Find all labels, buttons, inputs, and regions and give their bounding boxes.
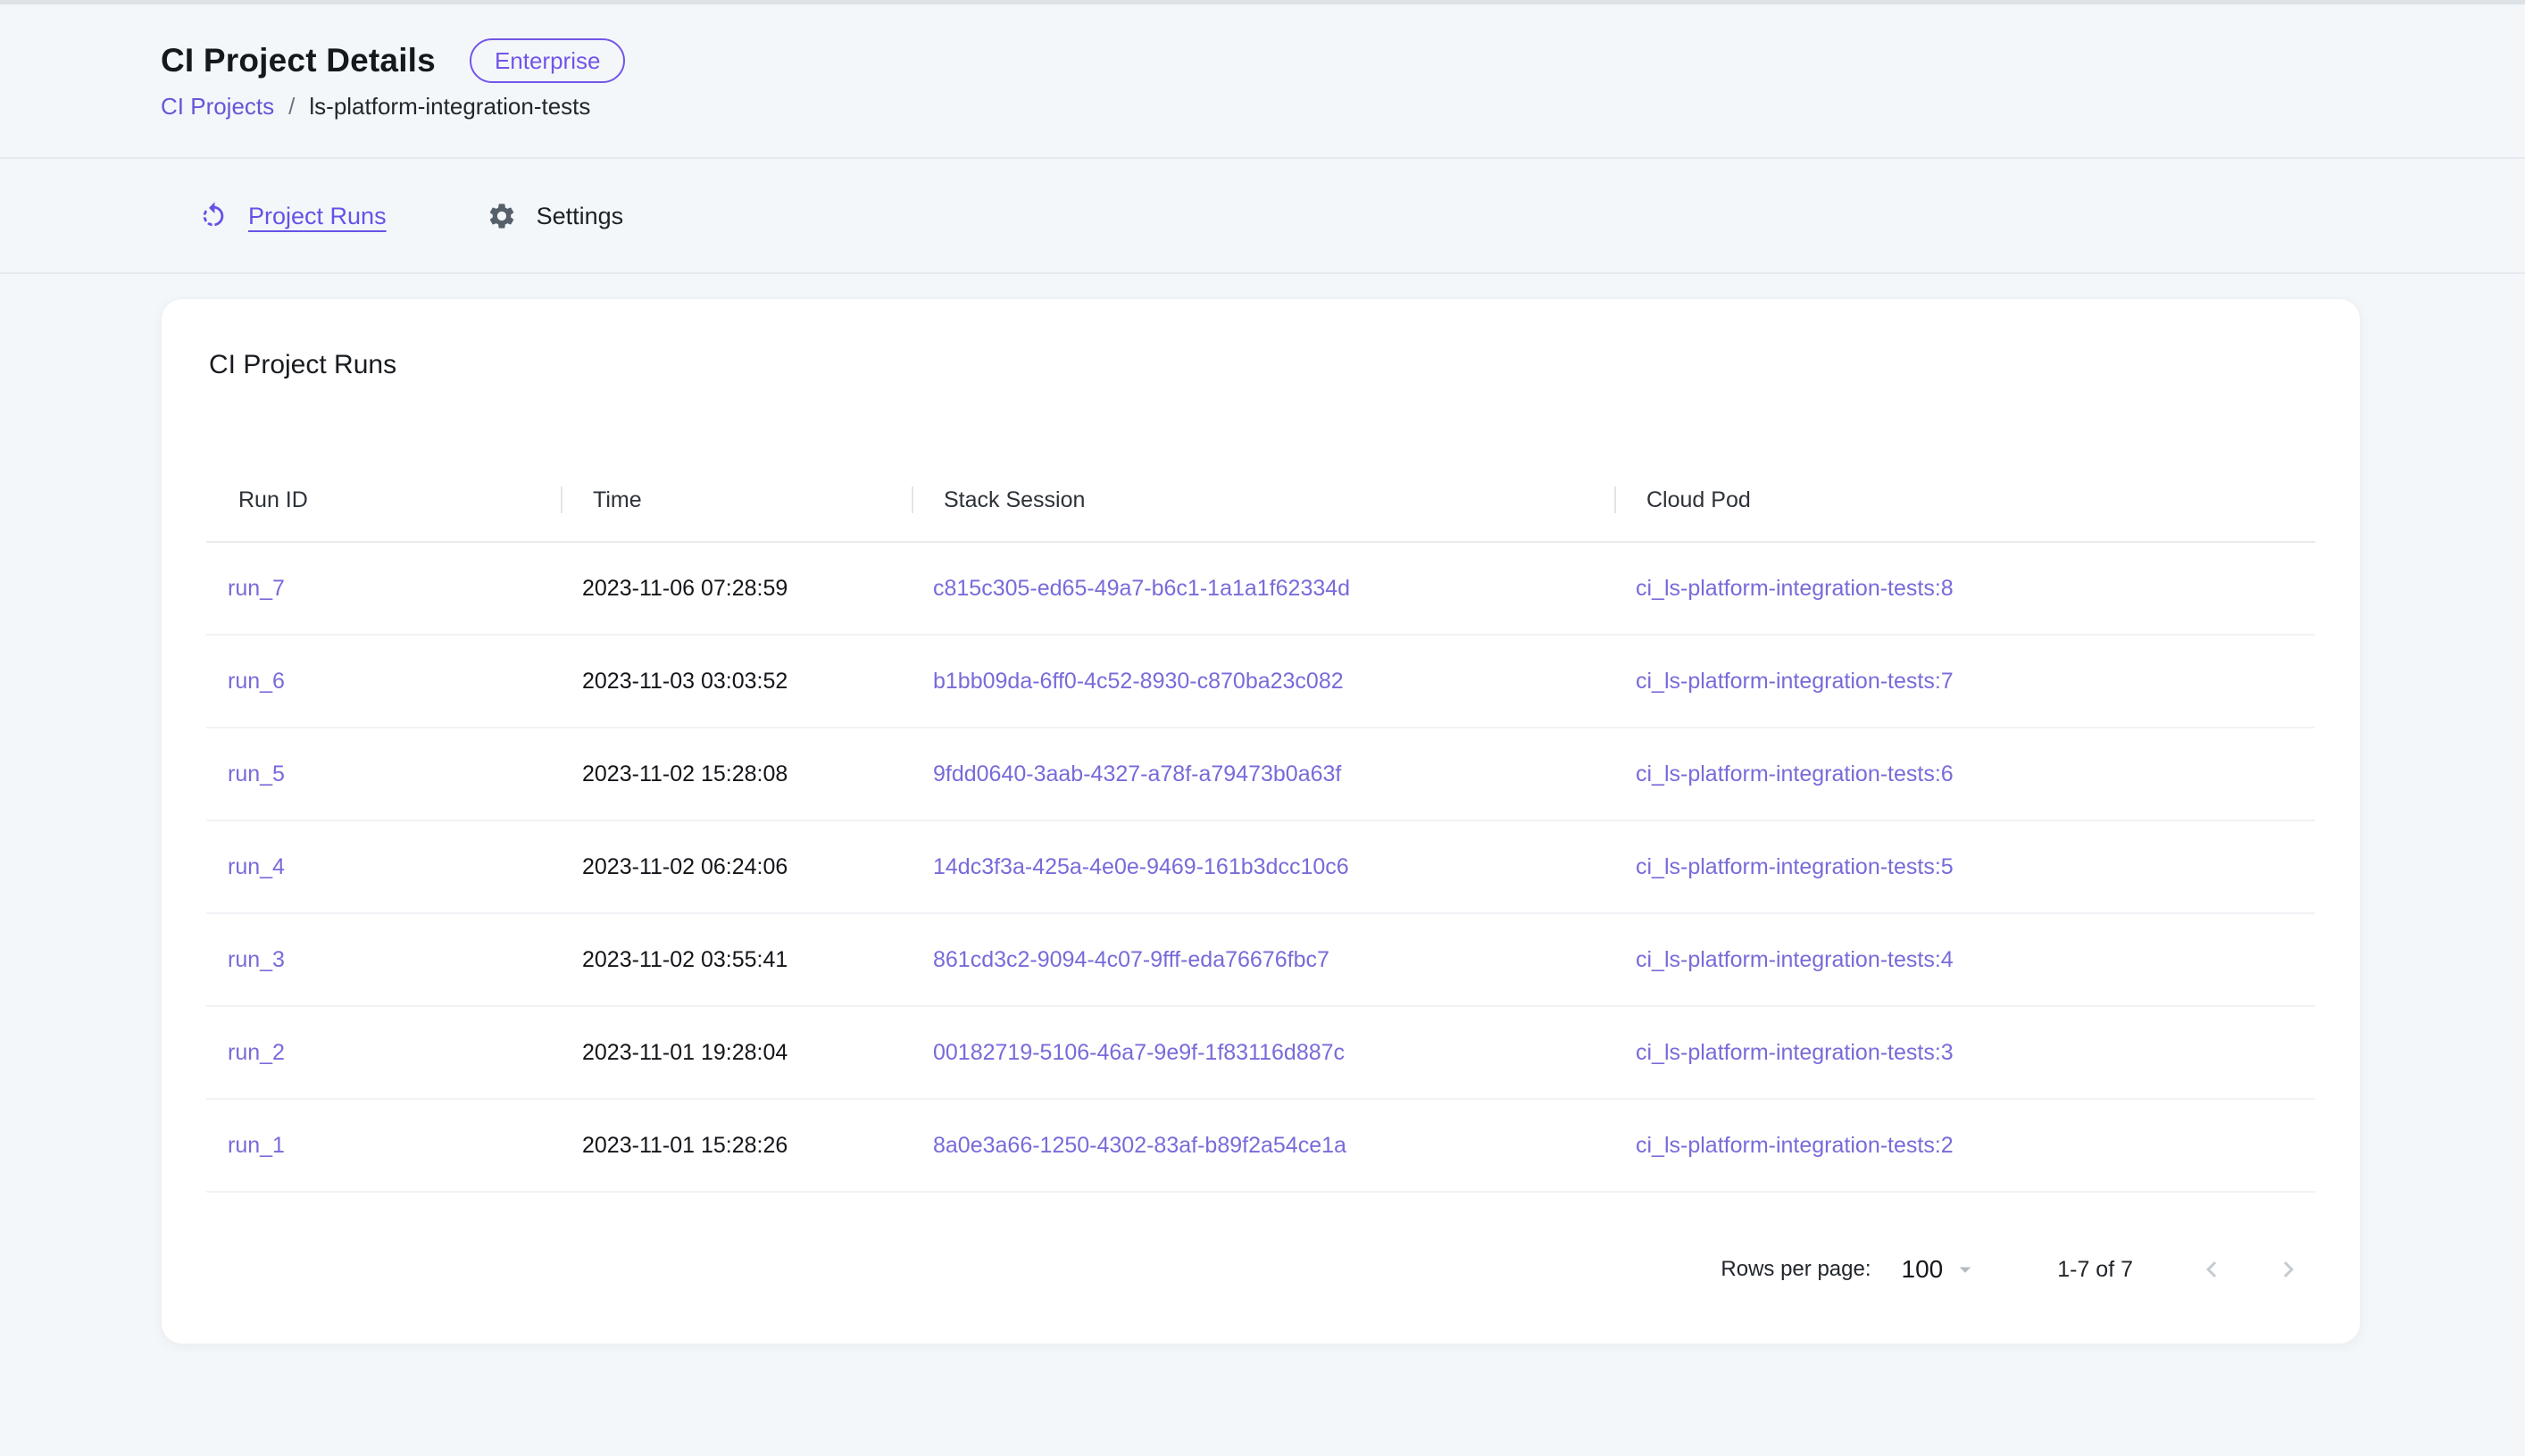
card-title: CI Project Runs <box>209 299 2315 381</box>
table-row: run_4 2023-11-02 06:24:06 14dc3f3a-425a-… <box>206 821 2315 914</box>
rows-per-page-select[interactable]: 100 <box>1902 1255 1979 1284</box>
run-time: 2023-11-06 07:28:59 <box>561 574 912 603</box>
run-id-link[interactable]: run_4 <box>228 854 285 879</box>
cloud-pod-link[interactable]: ci_ls-platform-integration-tests:2 <box>1636 1133 1954 1158</box>
table-row: run_5 2023-11-02 15:28:08 9fdd0640-3aab-… <box>206 728 2315 821</box>
page-title: CI Project Details <box>161 39 436 82</box>
stack-session-link[interactable]: 8a0e3a66-1250-4302-83af-b89f2a54ce1a <box>933 1133 1346 1158</box>
table-row: run_7 2023-11-06 07:28:59 c815c305-ed65-… <box>206 543 2315 636</box>
ci-project-runs-card: CI Project Runs Run ID Time Stack Sessio… <box>161 298 2361 1344</box>
cloud-pod-link[interactable]: ci_ls-platform-integration-tests:7 <box>1636 669 1954 694</box>
breadcrumb: CI Projects / ls-platform-integration-te… <box>161 92 2525 121</box>
stack-session-link[interactable]: b1bb09da-6ff0-4c52-8930-c870ba23c082 <box>933 669 1344 694</box>
title-row: CI Project Details Enterprise <box>161 38 2525 83</box>
main-content: CI Project Runs Run ID Time Stack Sessio… <box>0 274 2525 1344</box>
run-time: 2023-11-02 15:28:08 <box>561 760 912 788</box>
run-id-link[interactable]: run_7 <box>228 576 285 601</box>
tab-settings[interactable]: Settings <box>487 201 624 231</box>
breadcrumb-separator: / <box>288 92 295 121</box>
run-time: 2023-11-03 03:03:52 <box>561 667 912 695</box>
table-row: run_6 2023-11-03 03:03:52 b1bb09da-6ff0-… <box>206 636 2315 728</box>
pagination: Rows per page: 100 1-7 of 7 <box>206 1193 2315 1344</box>
run-id-link[interactable]: run_3 <box>228 947 285 972</box>
tab-bar: Project Runs Settings <box>0 159 2525 274</box>
enterprise-badge: Enterprise <box>470 38 626 83</box>
run-time: 2023-11-02 03:55:41 <box>561 945 912 974</box>
cloud-pod-link[interactable]: ci_ls-platform-integration-tests:8 <box>1636 576 1954 601</box>
table-header-row: Run ID Time Stack Session Cloud Pod <box>206 459 2315 543</box>
table-row: run_3 2023-11-02 03:55:41 861cd3c2-9094-… <box>206 914 2315 1007</box>
gear-icon <box>487 201 517 231</box>
next-page-button[interactable] <box>2262 1243 2315 1296</box>
stack-session-link[interactable]: 861cd3c2-9094-4c07-9fff-eda76676fbc7 <box>933 947 1329 972</box>
stack-session-link[interactable]: 00182719-5106-46a7-9e9f-1f83116d887c <box>933 1040 1345 1065</box>
tab-project-runs[interactable]: Project Runs <box>198 201 387 231</box>
run-id-link[interactable]: run_5 <box>228 761 285 786</box>
run-time: 2023-11-01 15:28:26 <box>561 1131 912 1160</box>
column-header-cloud-pod: Cloud Pod <box>1614 459 2315 541</box>
cloud-pod-link[interactable]: ci_ls-platform-integration-tests:4 <box>1636 947 1954 972</box>
chevron-left-icon <box>2196 1253 2228 1285</box>
column-header-stack-session: Stack Session <box>912 459 1614 541</box>
page-header: CI Project Details Enterprise CI Project… <box>0 4 2525 159</box>
rows-per-page-label: Rows per page: <box>1721 1257 1871 1282</box>
stack-session-link[interactable]: 14dc3f3a-425a-4e0e-9469-161b3dcc10c6 <box>933 854 1349 879</box>
rotate-left-icon <box>198 201 229 231</box>
column-header-run-id: Run ID <box>206 459 561 541</box>
cloud-pod-link[interactable]: ci_ls-platform-integration-tests:6 <box>1636 761 1954 786</box>
run-id-link[interactable]: run_2 <box>228 1040 285 1065</box>
run-id-link[interactable]: run_1 <box>228 1133 285 1158</box>
cloud-pod-link[interactable]: ci_ls-platform-integration-tests:5 <box>1636 854 1954 879</box>
run-time: 2023-11-02 06:24:06 <box>561 853 912 881</box>
stack-session-link[interactable]: c815c305-ed65-49a7-b6c1-1a1a1f62334d <box>933 576 1350 601</box>
breadcrumb-link-ci-projects[interactable]: CI Projects <box>161 92 274 121</box>
table-row: run_2 2023-11-01 19:28:04 00182719-5106-… <box>206 1007 2315 1100</box>
table-body: run_7 2023-11-06 07:28:59 c815c305-ed65-… <box>206 543 2315 1193</box>
run-time: 2023-11-01 19:28:04 <box>561 1038 912 1067</box>
tab-settings-label: Settings <box>537 201 624 231</box>
table-row: run_1 2023-11-01 15:28:26 8a0e3a66-1250-… <box>206 1100 2315 1193</box>
tab-project-runs-label: Project Runs <box>248 201 387 231</box>
previous-page-button[interactable] <box>2185 1243 2238 1296</box>
breadcrumb-current: ls-platform-integration-tests <box>309 92 590 121</box>
column-header-time: Time <box>561 459 912 541</box>
chevron-right-icon <box>2272 1253 2304 1285</box>
run-id-link[interactable]: run_6 <box>228 669 285 694</box>
page: { "header": { "title": "CI Project Detai… <box>0 0 2525 1456</box>
runs-table: Run ID Time Stack Session Cloud Pod run_… <box>206 459 2315 1193</box>
pagination-range: 1-7 of 7 <box>2057 1257 2133 1283</box>
cloud-pod-link[interactable]: ci_ls-platform-integration-tests:3 <box>1636 1040 1954 1065</box>
stack-session-link[interactable]: 9fdd0640-3aab-4327-a78f-a79473b0a63f <box>933 761 1341 786</box>
dropdown-arrow-icon <box>1952 1256 1979 1283</box>
rows-per-page-value: 100 <box>1902 1255 1944 1284</box>
